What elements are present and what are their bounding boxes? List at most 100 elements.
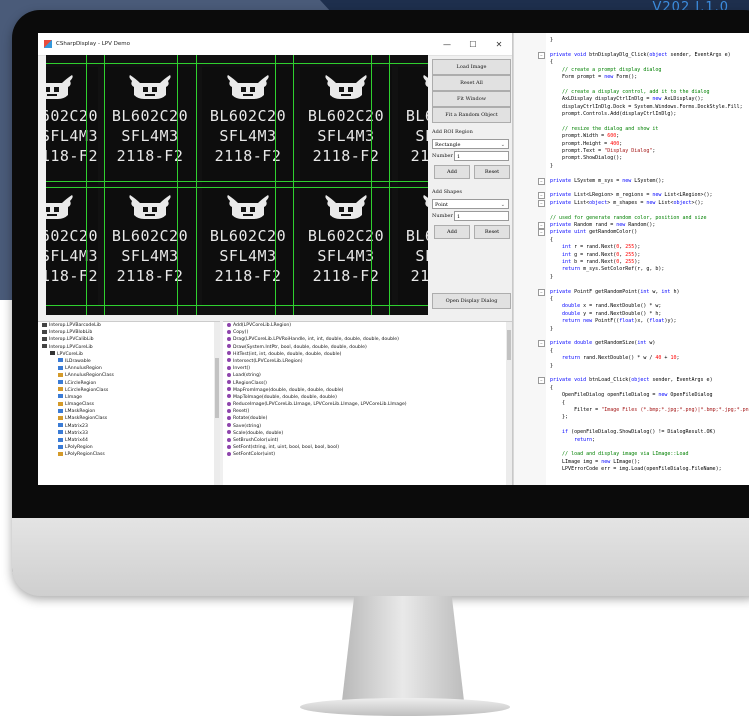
member-item[interactable]: Load(string) [223, 372, 512, 379]
code-line[interactable]: // used for generate random color, posit… [550, 215, 707, 221]
tree-item[interactable]: LPolyRegion [38, 444, 220, 451]
roi-reset-button[interactable]: Reset [474, 165, 510, 179]
code-line[interactable]: LImage img = new LImage(); [550, 459, 640, 465]
roi-number-input[interactable]: 1 [454, 151, 509, 161]
member-item[interactable]: Invert() [223, 365, 512, 372]
tree-item[interactable]: LCircleRegionClass [38, 387, 220, 394]
member-item[interactable]: HitTest(int, int, double, double, double… [223, 351, 512, 358]
member-list[interactable]: Add(LPVCoreLib.LRegion) Copy() Drag(LPVCor… [223, 321, 512, 485]
code-line[interactable]: } [550, 163, 553, 169]
code-line[interactable]: Filter = "Image Files (*.bmp;*.jpg;*.png… [550, 407, 749, 413]
code-line[interactable]: private PointF getRandomPoint(int w, int… [550, 289, 679, 295]
member-item[interactable]: ReduceImage(LPVCoreLib.LImage, LPVCoreLi… [223, 401, 512, 408]
tree-item[interactable]: LCircleRegion [38, 380, 220, 387]
member-item[interactable]: LRegionClass() [223, 380, 512, 387]
code-line[interactable]: private List<object> m_shapes = new List… [550, 200, 704, 206]
collapse-icon[interactable]: − [538, 177, 545, 185]
collapse-icon[interactable]: − [538, 288, 545, 296]
collapse-icon[interactable]: − [538, 199, 545, 207]
code-line[interactable]: return m_sys.SetColorRef(r, g, b); [550, 266, 664, 272]
code-line[interactable]: prompt.Height = 400; [550, 141, 622, 147]
object-browser-tree[interactable]: Interop.LPVBarcodeLib Interop.LPVBlobLib I… [38, 321, 220, 485]
code-line[interactable]: prompt.Controls.Add(displayCtrlInDlg); [550, 111, 676, 117]
tree-item[interactable]: Interop.LPVCoreLib [38, 344, 220, 351]
code-line[interactable]: } [550, 363, 553, 369]
member-item[interactable]: Draw(System.IntPtr, bool, double, double… [223, 344, 512, 351]
code-line[interactable]: { [550, 385, 553, 391]
member-item[interactable]: Reset() [223, 408, 512, 415]
tree-scrollbar[interactable] [214, 322, 220, 485]
collapse-icon[interactable]: − [538, 229, 545, 237]
roi-outline[interactable] [46, 187, 428, 188]
code-line[interactable]: int g = rand.Next(0, 255); [550, 252, 640, 258]
tree-item[interactable]: Interop.LPVBlobLib [38, 329, 220, 336]
roi-outline[interactable] [46, 63, 428, 64]
code-line[interactable]: }; [550, 414, 568, 420]
member-item[interactable]: Copy() [223, 329, 512, 336]
roi-outline[interactable] [389, 55, 390, 315]
roi-outline[interactable] [293, 55, 294, 315]
maximize-button[interactable]: ☐ [460, 40, 486, 49]
code-line[interactable]: { [550, 237, 553, 243]
tree-item[interactable]: Interop.LPVBarcodeLib [38, 322, 220, 329]
collapse-icon[interactable]: − [538, 377, 545, 385]
code-line[interactable]: { [550, 348, 553, 354]
tree-item[interactable]: LMaskRegion [38, 408, 220, 415]
tree-item[interactable]: ILDrawable [38, 358, 220, 365]
roi-outline[interactable] [46, 305, 428, 306]
code-line[interactable]: displayCtrlInDlg.Dock = System.Windows.F… [550, 104, 743, 110]
member-item[interactable]: Rotate(double) [223, 415, 512, 422]
code-line[interactable]: prompt.Width = 600; [550, 133, 619, 139]
code-line[interactable]: // create a display control, add it to t… [550, 89, 710, 95]
shape-add-button[interactable]: Add [434, 225, 470, 239]
member-scroll-thumb[interactable] [507, 330, 511, 360]
window-titlebar[interactable]: CSharpDisplay - LPV Demo — ☐ ✕ [38, 33, 512, 56]
code-line[interactable]: return new PointF((float)x, (float)y); [550, 318, 676, 324]
code-line[interactable]: { [550, 296, 553, 302]
tree-item[interactable]: LImageClass [38, 401, 220, 408]
member-item[interactable]: Scale(double, double) [223, 430, 512, 437]
tree-item[interactable]: LMatrix44 [38, 437, 220, 444]
member-scrollbar[interactable] [506, 322, 512, 485]
load-image-button[interactable]: Load Image [432, 59, 511, 75]
roi-outline[interactable] [46, 181, 428, 182]
roi-outline[interactable] [86, 55, 87, 315]
code-line[interactable]: int b = rand.Next(0, 255); [550, 259, 640, 265]
member-item[interactable]: Add(LPVCoreLib.LRegion) [223, 322, 512, 329]
code-line[interactable]: } [550, 37, 553, 43]
code-line[interactable]: return rand.NextDouble() * w / 40 + 10; [550, 355, 679, 361]
collapse-icon[interactable]: − [538, 192, 545, 200]
shape-number-input[interactable]: 1 [454, 211, 509, 221]
code-line[interactable]: prompt.ShowDialog(); [550, 155, 622, 161]
member-item[interactable]: Drag(LPVCoreLib.LPVRoiHandle, int, int, … [223, 336, 512, 343]
tree-item[interactable]: LPVCoreLib [38, 351, 220, 358]
collapse-icon[interactable]: − [538, 51, 545, 59]
code-line[interactable]: private void btnDisplayDlg_Click(object … [550, 52, 731, 58]
roi-add-button[interactable]: Add [434, 165, 470, 179]
code-line[interactable]: if (openFileDialog.ShowDialog() != Dialo… [550, 429, 716, 435]
code-line[interactable]: private LSystem m_sys = new LSystem(); [550, 178, 664, 184]
tree-item[interactable]: LMatrix33 [38, 430, 220, 437]
tree-item[interactable]: LMatrix23 [38, 423, 220, 430]
roi-shape-select[interactable]: Rectangle ⌄ [432, 139, 509, 149]
roi-outline[interactable] [371, 55, 372, 315]
tree-item[interactable]: Interop.LPVCalibLib [38, 336, 220, 343]
code-line[interactable]: private Random rand = new Random(); [550, 222, 655, 228]
code-line[interactable]: return; [550, 437, 595, 443]
tree-item[interactable]: LPolyRegionClass [38, 451, 220, 458]
code-line[interactable]: double x = rand.NextDouble() * w; [550, 303, 661, 309]
code-line[interactable]: { [550, 59, 553, 65]
member-item[interactable]: SetBrushColor(uint) [223, 437, 512, 444]
tree-scroll-thumb[interactable] [215, 358, 219, 418]
code-line[interactable]: AxLDisplay displayCtrlInDlg = new AxLDis… [550, 96, 704, 102]
tree-item[interactable]: LAnnulusRegion [38, 365, 220, 372]
roi-outline[interactable] [177, 55, 178, 315]
code-line[interactable]: private double getRandomSize(int w) [550, 340, 655, 346]
tree-item[interactable]: LImage [38, 394, 220, 401]
shape-reset-button[interactable]: Reset [474, 225, 510, 239]
code-line[interactable]: // create a prompt display dialog [550, 67, 661, 73]
open-display-dialog-button[interactable]: Open Display Dialog [432, 293, 511, 309]
fit-window-button[interactable]: Fit Window [432, 91, 511, 107]
code-line[interactable]: LPVErrorCode err = img.Load(openFileDial… [550, 466, 722, 472]
member-item[interactable]: Save(string) [223, 423, 512, 430]
